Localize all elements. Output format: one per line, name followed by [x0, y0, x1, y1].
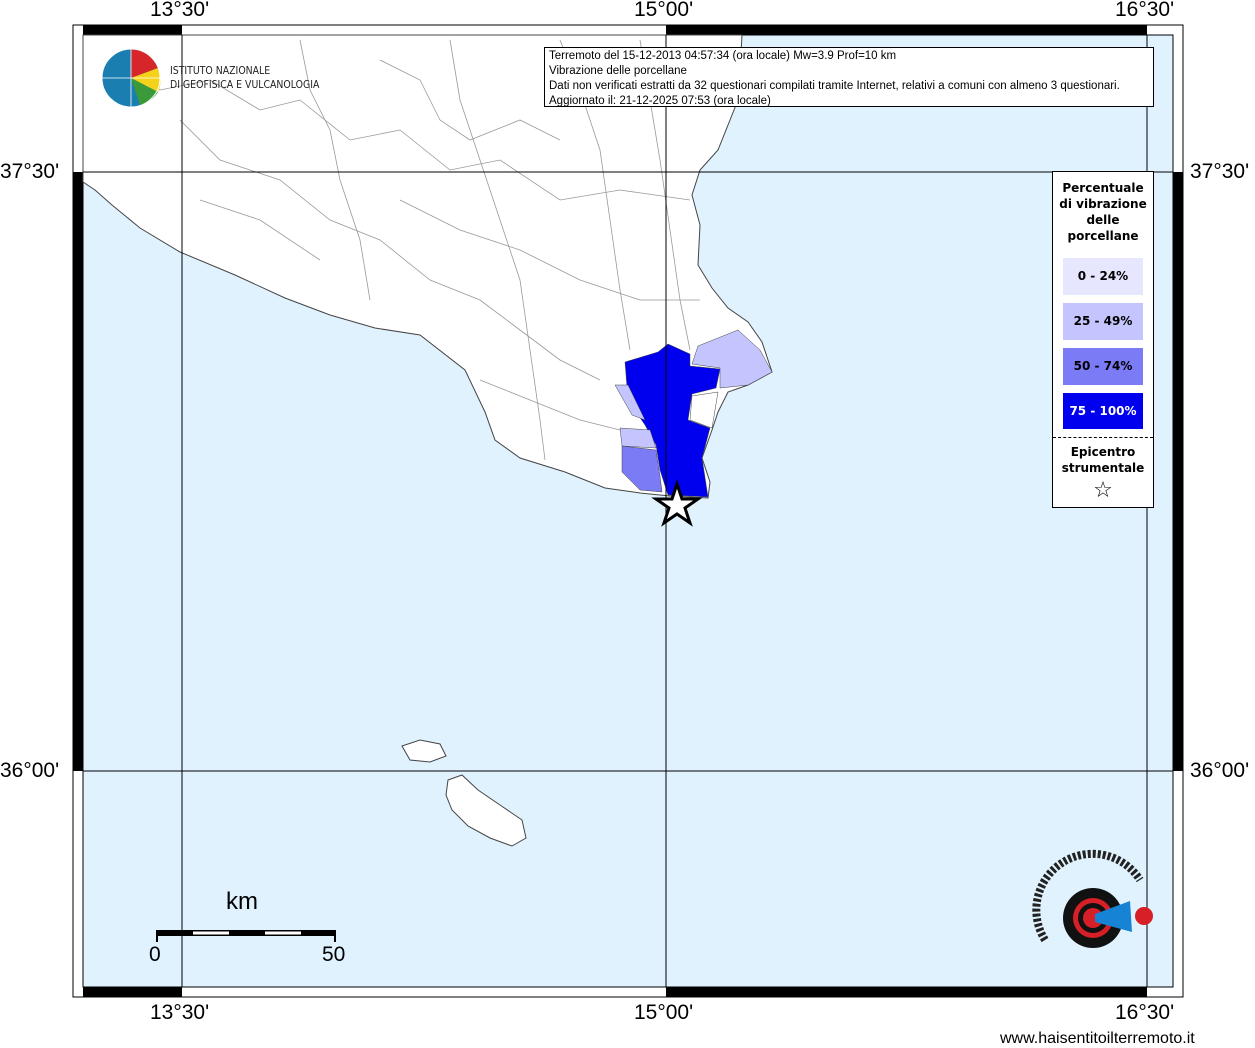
legend-title: Percentuale di vibrazione delle porcella…: [1059, 181, 1147, 243]
axis-right-label: 37°30': [1190, 160, 1250, 183]
scale-max: 50: [322, 943, 346, 966]
legend: Percentuale di vibrazione delle porcella…: [1052, 171, 1154, 508]
logo-line: ISTITUTO NAZIONALE: [170, 64, 271, 77]
ingv-logo-icon: [101, 48, 161, 108]
axis-left-label: 36°00': [0, 759, 60, 782]
legend-class: 25 - 49%: [1063, 303, 1143, 340]
legend-class: 75 - 100%: [1063, 393, 1143, 429]
watermark-text: www.haisentitoilterremoto.it: [1000, 1030, 1195, 1047]
event-info-box: Terremoto del 15-12-2013 04:57:34 (ora l…: [544, 47, 1154, 107]
axis-top-label: 15°00': [634, 0, 694, 21]
ingv-logo-text: ISTITUTO NAZIONALE DI GEOFISICA E VULCAN…: [170, 64, 319, 92]
legend-class: 0 - 24%: [1063, 258, 1143, 295]
star-icon: ☆: [1093, 478, 1113, 503]
axis-bottom-label: 15°00': [634, 1001, 694, 1024]
axis-right-label: 36°00': [1190, 759, 1250, 782]
info-line: Dati non verificati estratti da 32 quest…: [549, 80, 1120, 92]
epicenter-label: Epicentro strumentale: [1061, 445, 1145, 475]
axis-top-label: 16°30': [1115, 0, 1175, 21]
axis-bottom-label: 16°30': [1115, 1001, 1175, 1024]
logo-line: DI GEOFISICA E VULCANOLOGIA: [170, 78, 320, 91]
info-line: Terremoto del 15-12-2013 04:57:34 (ora l…: [549, 50, 897, 62]
info-line: Aggiornato il: 21-12-2025 07:53 (ora loc…: [549, 95, 771, 107]
legend-divider: [1053, 437, 1153, 438]
axis-top-label: 13°30': [150, 0, 210, 21]
legend-class: 50 - 74%: [1063, 348, 1143, 385]
axis-bottom-label: 13°30': [150, 1001, 210, 1024]
scale-unit: km: [226, 888, 258, 915]
scale-min: 0: [149, 943, 161, 966]
map-canvas: [72, 24, 1184, 998]
info-line: Vibrazione delle porcellane: [549, 65, 687, 77]
axis-left-label: 37°30': [0, 160, 60, 183]
